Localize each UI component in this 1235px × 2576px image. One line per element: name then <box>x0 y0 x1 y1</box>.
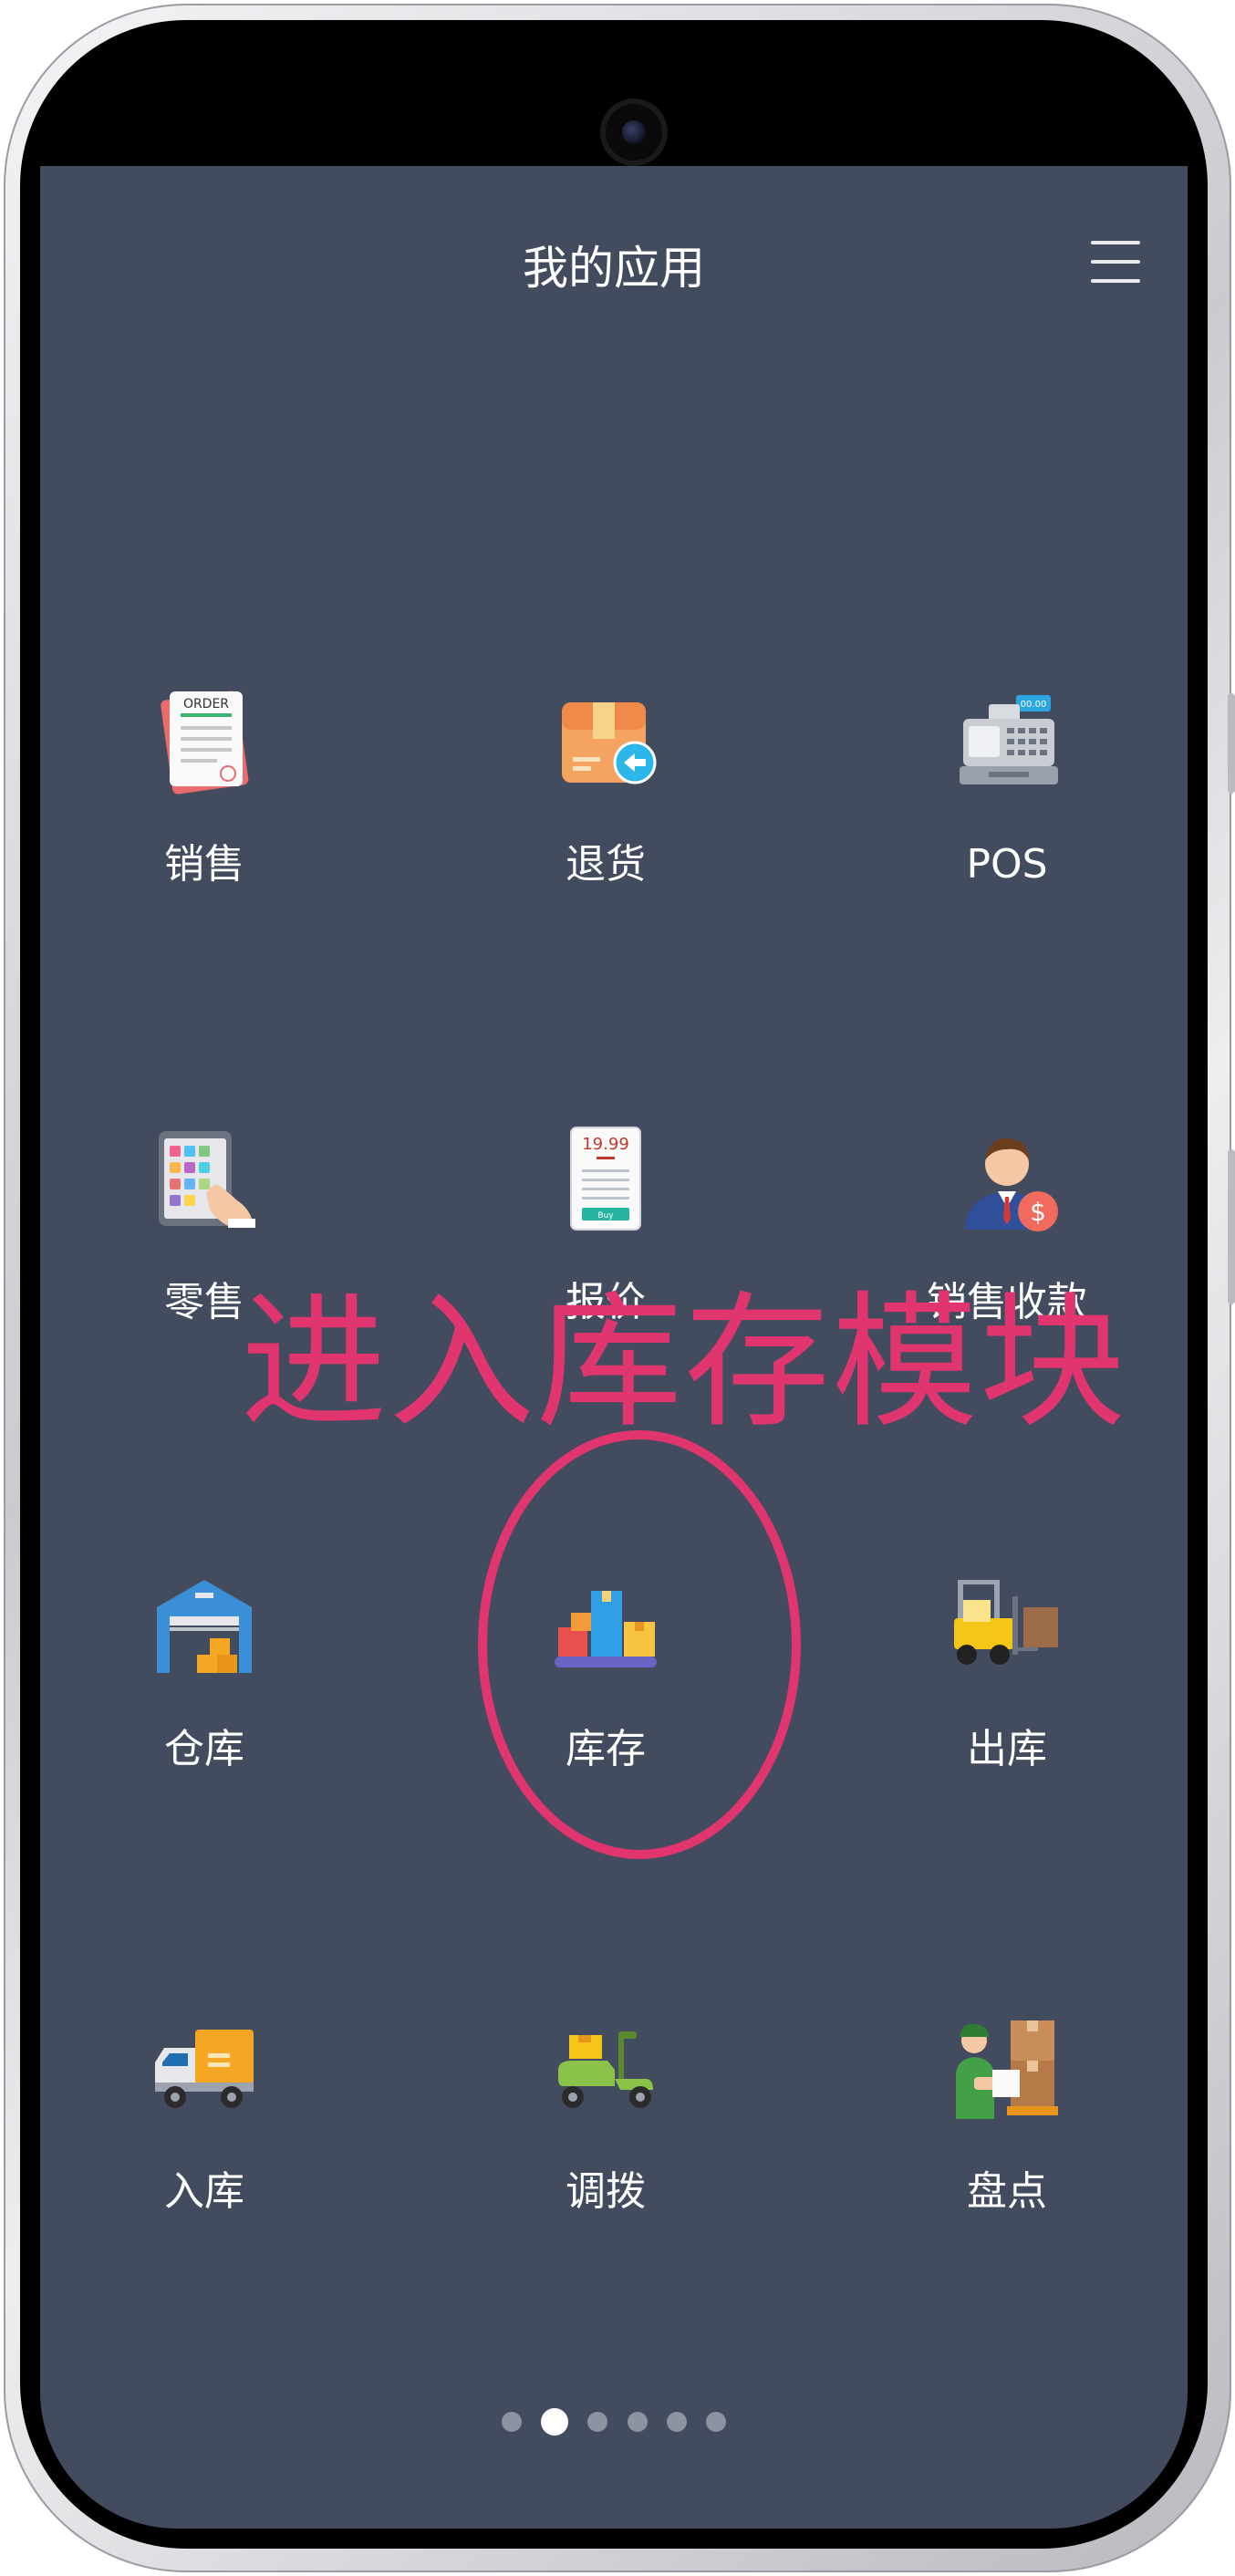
page-dot[interactable] <box>666 2412 687 2432</box>
app-label: 仓库 <box>164 1726 244 1772</box>
volume-button <box>1228 693 1235 794</box>
app-label: 盘点 <box>967 2168 1047 2215</box>
app-transfer[interactable]: 调拨 <box>469 2013 742 2250</box>
svg-text:19.99: 19.99 <box>582 1135 629 1154</box>
price-tag-icon: 19.99 Buy <box>551 1124 660 1233</box>
app-label: POS <box>966 841 1048 888</box>
front-camera <box>606 104 662 161</box>
app-pos[interactable]: 00.00 POS <box>870 686 1144 923</box>
svg-text:ORDER: ORDER <box>183 697 229 712</box>
power-button <box>1228 1149 1235 1304</box>
warehouse-icon <box>150 1571 259 1680</box>
app-label: 调拨 <box>566 2168 646 2215</box>
delivery-truck-icon <box>150 2013 259 2123</box>
app-label: 出库 <box>967 1726 1047 1772</box>
app-warehouse[interactable]: 仓库 <box>67 1571 341 1808</box>
page-dot[interactable] <box>587 2412 608 2432</box>
app-inbound[interactable]: 入库 <box>67 2013 341 2250</box>
svg-text:$: $ <box>1030 1197 1046 1227</box>
app-return[interactable]: 退货 <box>469 686 742 923</box>
app-sales[interactable]: ORDER 销售 <box>67 686 341 923</box>
salesman-payment-icon: $ <box>952 1124 1062 1233</box>
annotation-text: 进入库存模块 <box>241 1277 1128 1448</box>
page-dot[interactable] <box>502 2412 523 2432</box>
app-label: 销售 <box>164 841 244 888</box>
annotation-circle <box>478 1430 801 1859</box>
page-dot-active[interactable] <box>541 2408 569 2436</box>
app-label: 退货 <box>566 841 646 888</box>
return-box-icon <box>551 686 660 795</box>
app-outbound[interactable]: 出库 <box>870 1571 1144 1808</box>
hamburger-menu-icon[interactable] <box>1091 241 1140 286</box>
phone-bezel: 我的应用 ORDER 销售 退货 00.00 POS 零售 19.99 Buy … <box>20 20 1208 2549</box>
page-indicator[interactable] <box>40 2408 1188 2445</box>
page-dot[interactable] <box>705 2412 726 2432</box>
cash-register-icon: 00.00 <box>952 686 1062 795</box>
svg-text:00.00: 00.00 <box>1021 700 1047 710</box>
stocktaking-worker-icon <box>952 2013 1062 2123</box>
page-dot[interactable] <box>627 2412 648 2432</box>
forklift-icon <box>952 1571 1062 1680</box>
app-stocktaking[interactable]: 盘点 <box>870 2013 1144 2250</box>
app-screen: 我的应用 ORDER 销售 退货 00.00 POS 零售 19.99 Buy … <box>40 166 1188 2529</box>
app-label: 入库 <box>164 2168 244 2215</box>
order-document-icon: ORDER <box>150 686 259 795</box>
page-title: 我的应用 <box>523 242 705 295</box>
tablet-keypad-icon <box>150 1124 259 1233</box>
svg-text:Buy: Buy <box>597 1211 614 1220</box>
scooter-icon <box>551 2013 660 2123</box>
